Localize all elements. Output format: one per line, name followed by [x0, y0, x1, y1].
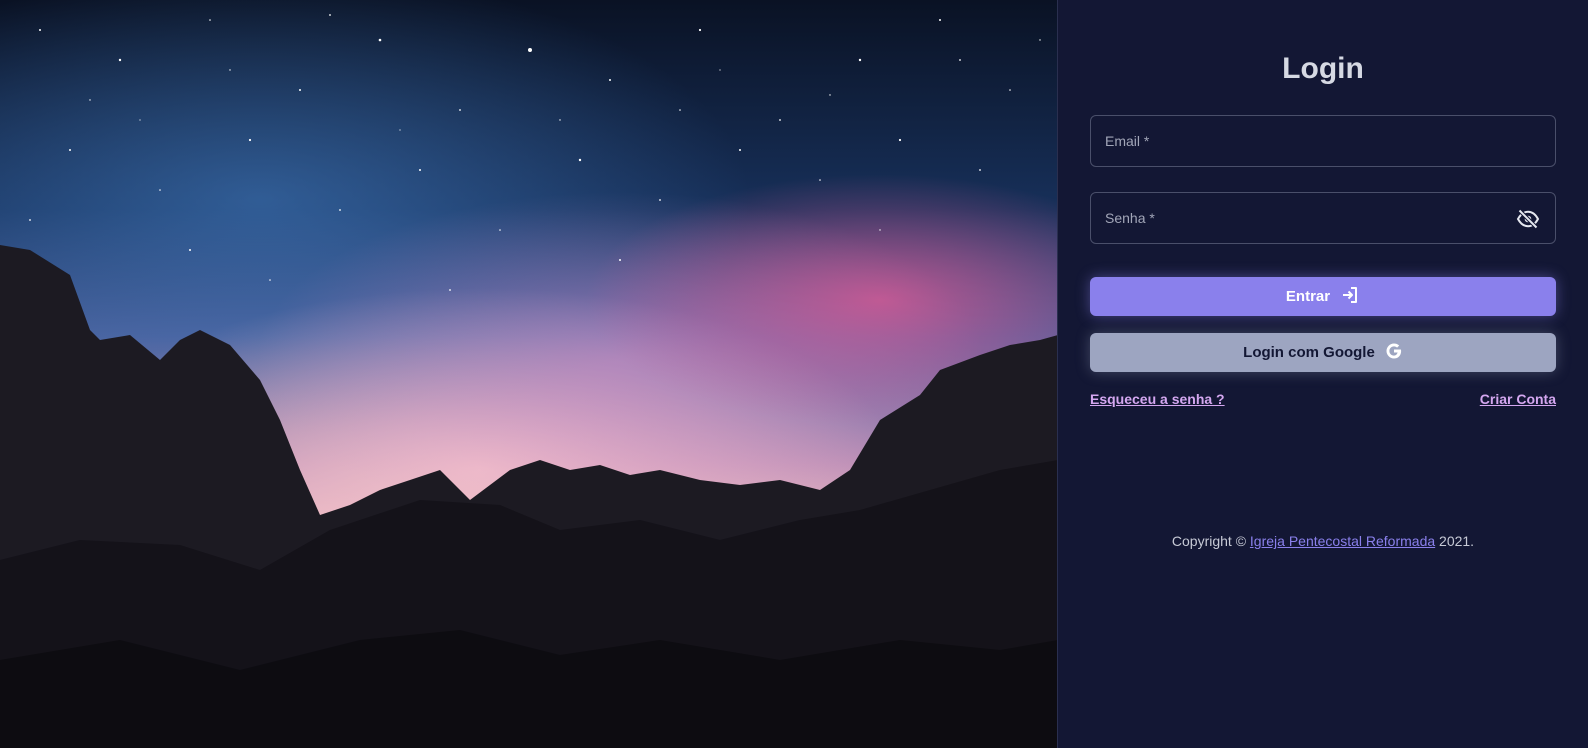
copyright-footer: Copyright © Igreja Pentecostal Reformada…: [1090, 533, 1556, 549]
rock-silhouettes: [0, 245, 1058, 748]
create-account-link[interactable]: Criar Conta: [1480, 391, 1556, 407]
google-g-icon: [1385, 342, 1403, 364]
email-input[interactable]: [1091, 116, 1555, 166]
eye-off-icon[interactable]: [1515, 206, 1541, 232]
organization-link[interactable]: Igreja Pentecostal Reformada: [1250, 533, 1435, 549]
login-arrow-icon: [1340, 285, 1360, 309]
hero-image: [0, 0, 1058, 748]
google-login-button[interactable]: Login com Google: [1090, 333, 1556, 372]
page-title: Login: [1282, 52, 1364, 85]
google-button-label: Login com Google: [1243, 344, 1375, 361]
enter-button[interactable]: Entrar: [1090, 277, 1556, 316]
forgot-password-link[interactable]: Esqueceu a senha ?: [1090, 391, 1225, 407]
email-field[interactable]: [1090, 115, 1556, 167]
password-input[interactable]: [1091, 193, 1555, 243]
hero-illustration: [0, 14, 1058, 748]
login-page: Login Entrar: [0, 0, 1588, 748]
enter-button-label: Entrar: [1285, 288, 1331, 305]
login-panel: Login Entrar: [1058, 0, 1588, 748]
copyright-prefix: Copyright ©: [1171, 533, 1247, 549]
stars: [29, 14, 1041, 291]
copyright-year: 2021.: [1439, 533, 1475, 549]
password-field[interactable]: [1090, 192, 1556, 244]
